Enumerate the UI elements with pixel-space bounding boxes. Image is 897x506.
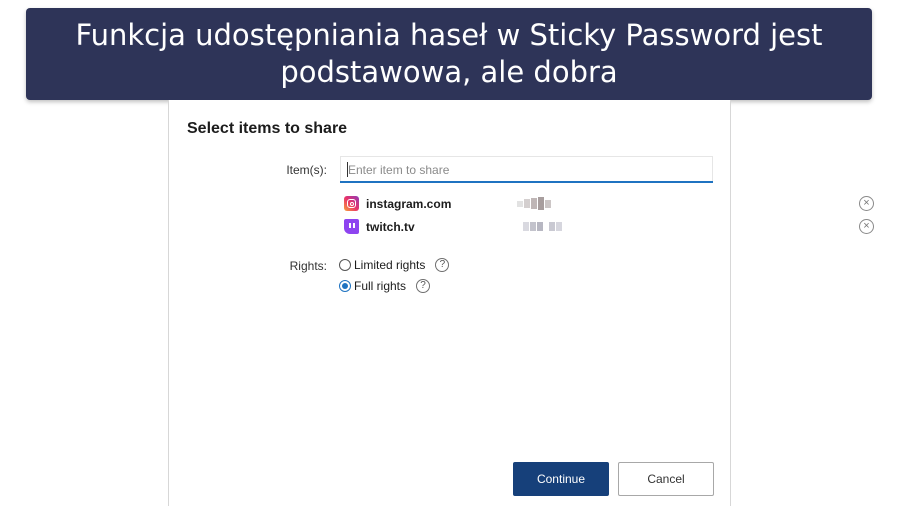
dialog-title: Select items to share [187,120,348,137]
limited-rights-label[interactable]: Limited rights [354,258,425,272]
help-icon[interactable]: ? [435,258,450,272]
full-rights-radio[interactable] [339,280,351,292]
items-label: Item(s): [286,163,327,177]
shared-item-row: twitch.tv × [344,218,874,236]
share-dialog: Select items to share Item(s): instagram… [168,100,874,506]
rights-label: Rights: [289,259,327,273]
shared-item-row: instagram.com × [344,195,874,213]
caption-banner: Funkcja udostępniania haseł w Sticky Pas… [26,8,872,100]
caption-text: Funkcja udostępniania haseł w Sticky Pas… [75,18,823,89]
remove-item-icon[interactable]: × [859,219,874,234]
continue-button[interactable]: Continue [513,462,609,496]
remove-item-icon[interactable]: × [859,196,874,211]
help-icon[interactable]: ? [416,279,431,293]
twitch-icon [344,219,359,234]
redacted-username [517,195,551,212]
limited-rights-option[interactable]: Limited rights ? [339,256,450,274]
cancel-button[interactable]: Cancel [618,462,714,496]
item-search-input[interactable] [340,156,713,183]
limited-rights-radio[interactable] [339,259,351,271]
instagram-icon [344,196,359,211]
shared-item-name: instagram.com [366,197,452,211]
text-caret [347,162,348,177]
full-rights-option[interactable]: Full rights ? [339,277,431,295]
shared-item-name: twitch.tv [366,220,415,234]
full-rights-label[interactable]: Full rights [354,279,406,293]
redacted-username [523,218,562,235]
